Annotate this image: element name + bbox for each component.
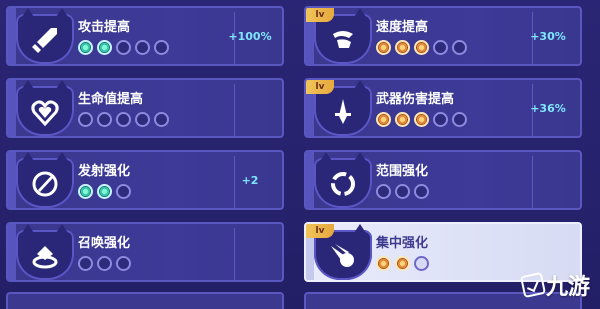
card-name: 集中强化 — [376, 236, 429, 251]
bonus-value: +30% — [530, 30, 566, 43]
level-dot-filled — [414, 112, 429, 127]
bonus-value: +36% — [530, 102, 566, 115]
level-dots — [78, 184, 131, 199]
level-dots — [78, 40, 169, 55]
divider — [234, 84, 235, 136]
level-dot-filled — [97, 40, 112, 55]
card-name: 武器伤害提高 — [376, 92, 455, 107]
level-tag: lv — [306, 8, 334, 22]
logo-icon — [519, 271, 547, 299]
card-name: 发射强化 — [78, 164, 131, 179]
card-attack[interactable]: 攻击提高 +100% — [6, 6, 284, 66]
level-dot-filled — [395, 256, 410, 271]
level-dot-empty — [116, 112, 131, 127]
bonus-value: +100% — [228, 30, 272, 43]
card-weapon-damage[interactable]: lv 武器伤害提高 +36% — [304, 78, 582, 138]
card-name: 范围强化 — [376, 164, 429, 179]
bonus-value: +2 — [241, 174, 259, 187]
level-dot-empty — [376, 184, 391, 199]
level-dot-empty — [97, 256, 112, 271]
level-dot-filled — [78, 40, 93, 55]
card-name: 召唤强化 — [78, 236, 131, 251]
level-dot-empty — [116, 256, 131, 271]
projectile-icon — [16, 152, 74, 208]
level-dots — [78, 112, 169, 127]
level-dot-empty — [414, 256, 429, 271]
heart-icon — [16, 80, 74, 136]
level-dot-empty — [97, 112, 112, 127]
level-dot-empty — [433, 112, 448, 127]
level-dot-filled — [376, 256, 391, 271]
level-dot-empty — [116, 184, 131, 199]
card-name: 攻击提高 — [78, 20, 131, 35]
level-dot-filled — [395, 40, 410, 55]
summon-icon — [16, 224, 74, 280]
card-launch[interactable]: 发射强化 +2 — [6, 150, 284, 210]
sword-icon — [16, 8, 74, 64]
level-dot-empty — [433, 40, 448, 55]
level-dot-filled — [376, 40, 391, 55]
level-dot-empty — [154, 112, 169, 127]
level-dot-filled — [414, 40, 429, 55]
level-dot-empty — [414, 184, 429, 199]
card-partial-left — [6, 292, 284, 309]
ring-icon — [314, 152, 372, 208]
level-dots — [78, 256, 131, 271]
divider — [532, 156, 533, 208]
watermark-logo: 九游 — [519, 271, 592, 300]
level-dots — [376, 184, 429, 199]
card-name: 速度提高 — [376, 20, 429, 35]
level-tag: lv — [306, 80, 334, 94]
divider — [234, 228, 235, 280]
card-health[interactable]: 生命值提高 — [6, 78, 284, 138]
level-tag: lv — [306, 224, 334, 238]
level-dot-empty — [116, 40, 131, 55]
level-dot-empty — [135, 40, 150, 55]
level-dot-filled — [376, 112, 391, 127]
watermark-text: 九游 — [546, 275, 591, 300]
level-dot-filled — [395, 112, 410, 127]
level-dot-empty — [395, 184, 410, 199]
level-dot-filled — [97, 184, 112, 199]
card-range[interactable]: 范围强化 — [304, 150, 582, 210]
level-dot-empty — [78, 256, 93, 271]
level-dots — [376, 40, 467, 55]
level-dots — [376, 112, 467, 127]
level-dot-empty — [135, 112, 150, 127]
level-dot-empty — [154, 40, 169, 55]
level-dot-empty — [452, 40, 467, 55]
card-speed[interactable]: lv 速度提高 +30% — [304, 6, 582, 66]
card-name: 生命值提高 — [78, 92, 144, 107]
level-dot-empty — [452, 112, 467, 127]
card-summon[interactable]: 召唤强化 — [6, 222, 284, 282]
level-dot-filled — [78, 184, 93, 199]
level-dots — [376, 256, 429, 271]
level-dot-empty — [78, 112, 93, 127]
